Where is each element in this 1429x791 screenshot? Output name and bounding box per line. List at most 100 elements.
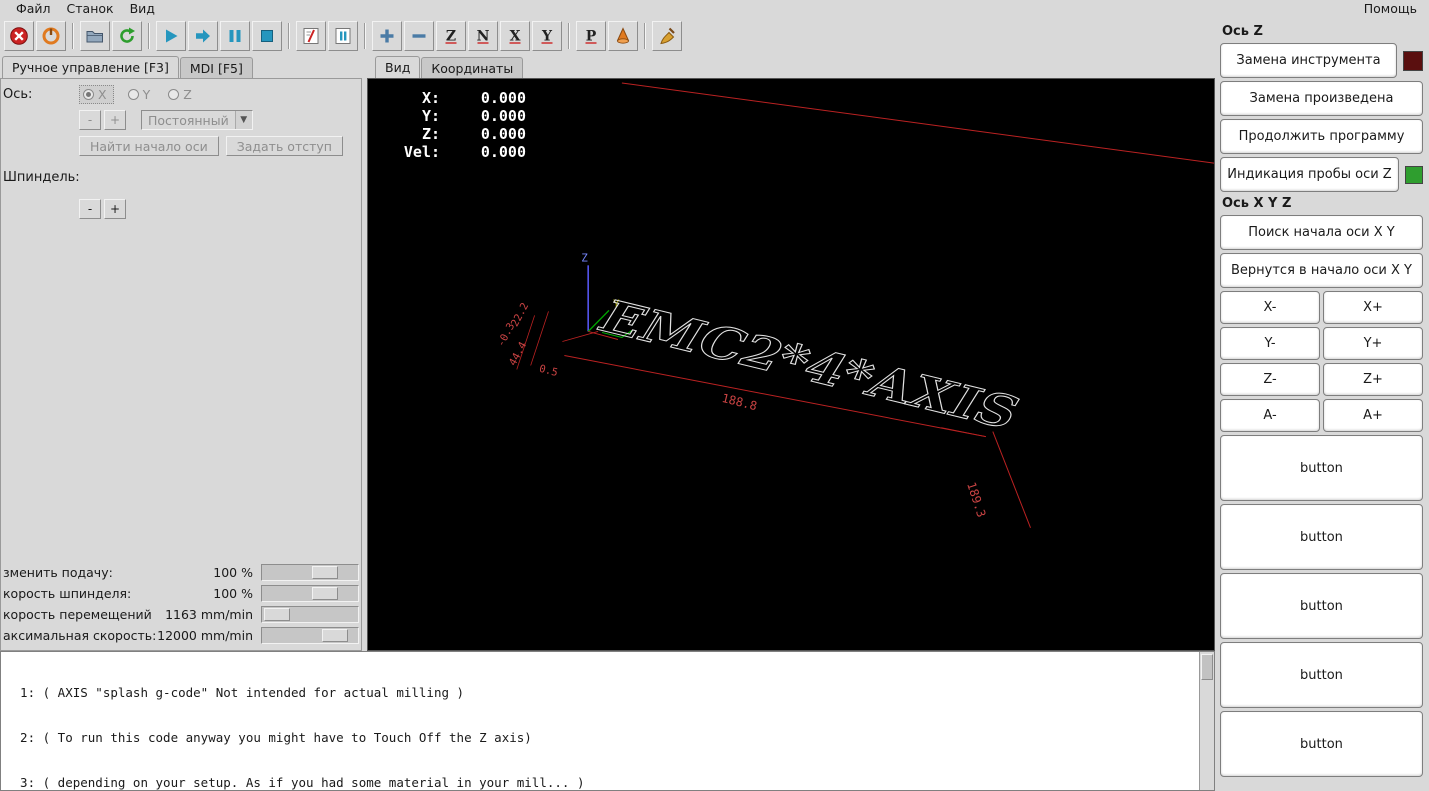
jog-x-plus-button[interactable]: X+: [1323, 291, 1423, 324]
view-z-rotated-button[interactable]: N: [468, 21, 498, 51]
preview-canvas[interactable]: Z Y EMC2*4*AXIS 188.8 189.3 22.2 -0.3 44…: [367, 78, 1215, 651]
jog-z-plus-button[interactable]: Z+: [1323, 363, 1423, 396]
dimension-label: 44.4: [507, 340, 529, 368]
gcode-line[interactable]: 1: ( AXIS "splash g-code" Not intended f…: [5, 685, 1199, 700]
stop-button[interactable]: [252, 21, 282, 51]
toggle-optional-pause-icon: [333, 26, 353, 46]
spindle-override-value: 100 %: [213, 586, 253, 601]
custom-button-2[interactable]: button: [1220, 504, 1423, 570]
pause-button[interactable]: [220, 21, 250, 51]
toolbar-separator: [288, 23, 290, 49]
toolbar-separator: [644, 23, 646, 49]
z-probe-button[interactable]: Индикация пробы оси Z: [1220, 157, 1399, 192]
axis-radio-x[interactable]: X: [79, 85, 114, 104]
custom-button-3[interactable]: button: [1220, 573, 1423, 639]
feed-override-label: зменить подачу:: [3, 565, 113, 580]
view-x-icon: X: [505, 26, 525, 46]
estop-button[interactable]: [4, 21, 34, 51]
jog-plus-button[interactable]: +: [104, 110, 126, 130]
slider-handle[interactable]: [312, 566, 338, 579]
toolbar-separator: [148, 23, 150, 49]
view-z-icon: Z: [441, 26, 461, 46]
spindle-override-slider[interactable]: [261, 585, 359, 602]
tab-mdi[interactable]: MDI [F5]: [179, 57, 253, 78]
rotate-mode-button[interactable]: [608, 21, 638, 51]
menu-help[interactable]: Помощь: [1360, 1, 1421, 16]
feed-override-slider[interactable]: [261, 564, 359, 581]
custom-button-5[interactable]: button: [1220, 711, 1423, 777]
zoom-in-icon: [377, 26, 397, 46]
view-z-button[interactable]: Z: [436, 21, 466, 51]
spindle-minus-button[interactable]: -: [79, 199, 101, 219]
stop-icon: [257, 26, 277, 46]
step-button[interactable]: [188, 21, 218, 51]
slider-handle[interactable]: [322, 629, 348, 642]
menubar: Файл Станок Вид Помощь: [0, 0, 1429, 17]
clear-plot-button[interactable]: [652, 21, 682, 51]
tab-preview[interactable]: Вид: [375, 56, 421, 78]
zoom-in-button[interactable]: [372, 21, 402, 51]
jog-y-minus-button[interactable]: Y-: [1220, 327, 1320, 360]
tool-changed-button[interactable]: Замена произведена: [1220, 81, 1423, 116]
manual-control-panel: Ручное управление [F3] MDI [F5] Ось: X Y…: [0, 55, 362, 651]
gcode-scrollbar[interactable]: [1199, 652, 1214, 790]
estop-icon: [9, 26, 29, 46]
return-xy-button[interactable]: Вернутся в начало оси X Y: [1220, 253, 1423, 288]
position-readout: X: 0.000 Y: 0.000 Z: 0.000 Vel: 0.000: [403, 89, 526, 161]
axis-radio-y[interactable]: Y: [127, 87, 150, 102]
jog-z-minus-button[interactable]: Z-: [1220, 363, 1320, 396]
machine-power-icon: [41, 26, 61, 46]
jog-x-minus-button[interactable]: X-: [1220, 291, 1320, 324]
gcode-line[interactable]: 3: ( depending on your setup. As if you …: [5, 775, 1199, 790]
max-velocity-slider[interactable]: [261, 627, 359, 644]
continue-program-button[interactable]: Продолжить программу: [1220, 119, 1423, 154]
toggle-skip-lines-button[interactable]: [296, 21, 326, 51]
preview-panel: Вид Координаты Z Y EMC2*4*AXIS 188.8 189…: [362, 55, 1215, 651]
tab-dro[interactable]: Координаты: [421, 57, 524, 78]
svg-text:X: X: [510, 29, 521, 45]
jog-speed-slider[interactable]: [261, 606, 359, 623]
jog-increment-select[interactable]: Постоянный ▼: [141, 110, 253, 130]
custom-button-4[interactable]: button: [1220, 642, 1423, 708]
jog-a-plus-button[interactable]: A+: [1323, 399, 1423, 432]
run-icon: [161, 26, 181, 46]
z-axis-label: Z: [581, 251, 588, 264]
custom-panel: Ось Z Замена инструмента Замена произвед…: [1215, 17, 1429, 791]
machine-power-button[interactable]: [36, 21, 66, 51]
slider-handle[interactable]: [312, 587, 338, 600]
scrollbar-thumb[interactable]: [1201, 654, 1213, 680]
menu-view[interactable]: Вид: [122, 1, 163, 16]
slider-handle[interactable]: [264, 608, 290, 621]
open-file-button[interactable]: [80, 21, 110, 51]
home-xy-button[interactable]: Поиск начала оси X Y: [1220, 215, 1423, 250]
spindle-override-label: корость шпинделя:: [3, 586, 132, 601]
reload-button[interactable]: [112, 21, 142, 51]
view-y-button[interactable]: Y: [532, 21, 562, 51]
spindle-plus-button[interactable]: +: [104, 199, 126, 219]
toggle-optional-pause-button[interactable]: [328, 21, 358, 51]
touch-off-button[interactable]: Задать отступ: [225, 136, 343, 156]
axis-radio-z[interactable]: Z: [168, 87, 192, 102]
gcode-line[interactable]: 2: ( To run this code anyway you might h…: [5, 730, 1199, 745]
jog-y-plus-button[interactable]: Y+: [1323, 327, 1423, 360]
svg-text:N: N: [477, 29, 490, 45]
chevron-down-icon: ▼: [234, 111, 252, 129]
custom-button-1[interactable]: button: [1220, 435, 1423, 501]
view-x-button[interactable]: X: [500, 21, 530, 51]
zoom-out-button[interactable]: [404, 21, 434, 51]
toolbar: Z N X Y P: [0, 17, 1215, 55]
perspective-button[interactable]: P: [576, 21, 606, 51]
tab-manual-control[interactable]: Ручное управление [F3]: [2, 56, 179, 78]
home-axis-button[interactable]: Найти начало оси: [79, 136, 219, 156]
dimension-line: [992, 431, 1031, 528]
dimension-label: 188.8: [720, 391, 758, 413]
rotate-mode-icon: [613, 26, 633, 46]
tool-change-button[interactable]: Замена инструмента: [1220, 43, 1397, 78]
jog-a-minus-button[interactable]: A-: [1220, 399, 1320, 432]
run-button[interactable]: [156, 21, 186, 51]
menu-machine[interactable]: Станок: [59, 1, 122, 16]
menu-file[interactable]: Файл: [8, 1, 59, 16]
jog-minus-button[interactable]: -: [79, 110, 101, 130]
dimension-extension-line: [562, 331, 599, 342]
view-z-rotated-icon: N: [473, 26, 493, 46]
